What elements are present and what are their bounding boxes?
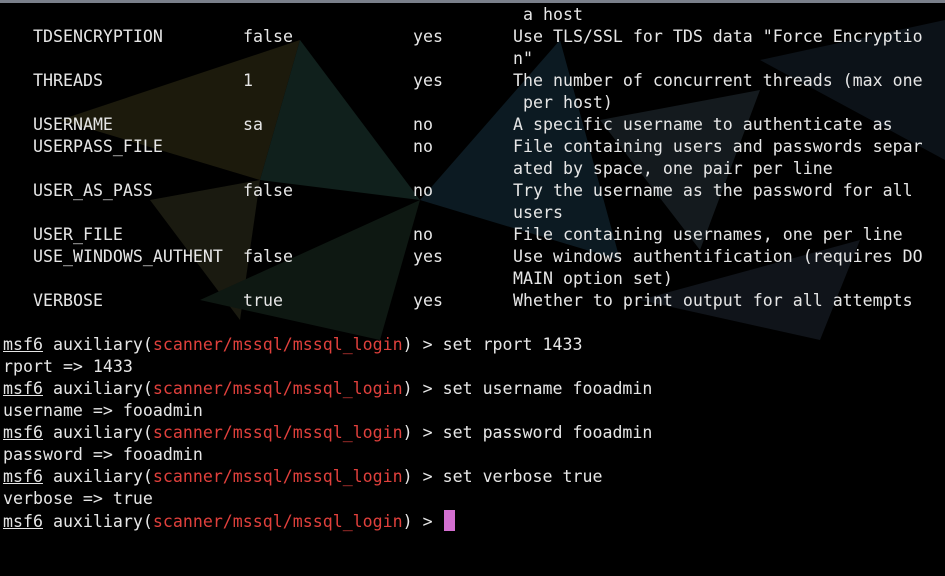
option-description: MAIN option set)	[513, 269, 673, 288]
prompt-prefix: msf6	[3, 379, 43, 398]
option-name: USERPASS_FILE	[33, 137, 163, 156]
option-description: A specific username to authenticate as	[513, 115, 893, 134]
option-required: yes	[413, 247, 443, 266]
command-text: set password fooadmin	[442, 423, 653, 442]
options-row: TDSENCRYPTION false yes Use TLS/SSL for …	[0, 26, 923, 48]
command-line: msf6 auxiliary(scanner/mssql/mssql_login…	[3, 335, 583, 354]
active-prompt-line[interactable]: msf6 auxiliary(scanner/mssql/mssql_login…	[0, 510, 455, 532]
option-description: File containing usernames, one per line	[513, 225, 903, 244]
option-required: yes	[413, 71, 443, 90]
options-row: a host	[513, 5, 583, 24]
module-name: scanner/mssql/mssql_login	[152, 467, 403, 486]
module-name: scanner/mssql/mssql_login	[152, 379, 403, 398]
option-name: USER_FILE	[33, 225, 123, 244]
option-name: VERBOSE	[33, 291, 103, 310]
options-row-continuation: users	[0, 202, 563, 224]
options-row: USERNAME sa no A specific username to au…	[0, 114, 893, 136]
text-cursor	[443, 510, 455, 531]
command-text: set verbose true	[442, 467, 603, 486]
command-text: set rport 1433	[442, 335, 583, 354]
option-description: users	[513, 203, 563, 222]
option-required: no	[413, 137, 433, 156]
options-row: USER_FILE no File containing usernames, …	[0, 224, 903, 246]
module-name: scanner/mssql/mssql_login	[152, 335, 403, 354]
command-line: msf6 auxiliary(scanner/mssql/mssql_login…	[3, 379, 653, 398]
options-row-continuation: n"	[0, 48, 533, 70]
option-name: THREADS	[33, 71, 103, 90]
option-name: USER_AS_PASS	[33, 181, 153, 200]
option-value: true	[243, 291, 283, 310]
prompt-prefix: msf6	[3, 423, 43, 442]
option-description: Use windows authentification (requires D…	[513, 247, 923, 266]
command-output: password => fooadmin	[3, 445, 203, 464]
prompt-prefix: msf6	[3, 467, 43, 486]
options-row-continuation: ated by space, one pair per line	[0, 158, 833, 180]
prompt-prefix: msf6	[3, 512, 43, 531]
option-value: false	[243, 27, 293, 46]
option-description: Whether to print output for all attempts	[513, 291, 913, 310]
options-row: THREADS 1 yes The number of concurrent t…	[0, 70, 923, 92]
command-output: username => fooadmin	[3, 401, 203, 420]
option-value: false	[243, 181, 293, 200]
module-name: scanner/mssql/mssql_login	[152, 512, 403, 531]
options-row: USERPASS_FILE no File containing users a…	[0, 136, 923, 158]
options-row-continuation: per host)	[0, 92, 613, 114]
command-line: msf6 auxiliary(scanner/mssql/mssql_login…	[3, 467, 603, 486]
option-required: no	[413, 225, 433, 244]
option-name: USE_WINDOWS_AUTHENT	[33, 247, 223, 266]
prompt-prefix: msf6	[3, 335, 43, 354]
options-row: USE_WINDOWS_AUTHENT false yes Use window…	[0, 246, 923, 268]
terminal-output[interactable]: a host TDSENCRYPTION false yes Use TLS/S…	[0, 0, 945, 536]
option-description: File containing users and passwords sepa…	[513, 137, 923, 156]
option-required: yes	[413, 27, 443, 46]
options-row: USER_AS_PASS false no Try the username a…	[0, 180, 913, 202]
option-description: per host)	[513, 93, 613, 112]
option-description: Use TLS/SSL for TDS data "Force Encrypti…	[513, 27, 923, 46]
option-required: yes	[413, 291, 443, 310]
option-required: no	[413, 181, 433, 200]
module-name: scanner/mssql/mssql_login	[152, 423, 403, 442]
command-output: verbose => true	[3, 489, 153, 508]
command-line: msf6 auxiliary(scanner/mssql/mssql_login…	[3, 423, 653, 442]
option-value: false	[243, 247, 293, 266]
option-description: The number of concurrent threads (max on…	[513, 71, 923, 90]
option-description: n"	[513, 49, 533, 68]
option-description: ated by space, one pair per line	[513, 159, 833, 178]
options-row-continuation: MAIN option set)	[0, 268, 673, 290]
command-output: rport => 1433	[3, 357, 133, 376]
option-name: USERNAME	[33, 115, 113, 134]
command-text: set username fooadmin	[442, 379, 653, 398]
option-required: no	[413, 115, 433, 134]
options-row: VERBOSE true yes Whether to print output…	[0, 290, 913, 312]
option-value: 1	[243, 71, 253, 90]
option-description: Try the username as the password for all	[513, 181, 913, 200]
option-value: sa	[243, 115, 263, 134]
option-name: TDSENCRYPTION	[33, 27, 163, 46]
